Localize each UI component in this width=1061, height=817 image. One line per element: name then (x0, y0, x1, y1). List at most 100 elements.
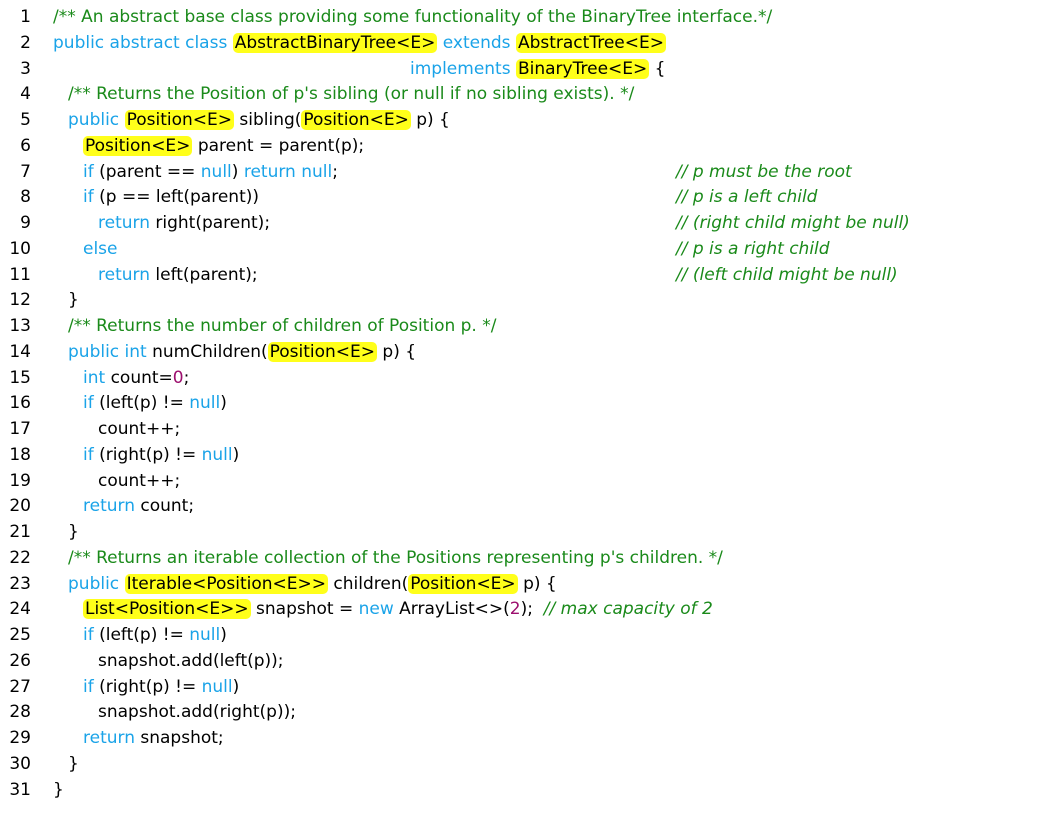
keyword: if (83, 444, 94, 465)
code-text: if (p == left(parent)) (83, 185, 259, 211)
keyword: null (201, 676, 233, 697)
code-text: Position<E> parent = parent(p); (83, 134, 364, 160)
code-token: numChildren( (146, 341, 268, 362)
line-number: 4 (20, 84, 31, 105)
line-number: 24 (9, 599, 31, 620)
code-token: 0 (172, 367, 184, 388)
code-token: count++; (98, 470, 181, 491)
code-line: 29 return snapshot; (0, 726, 1061, 752)
line-number: 25 (9, 625, 31, 645)
keyword: else (83, 238, 118, 259)
code-token: } (68, 753, 79, 774)
code-text: } (68, 520, 79, 546)
line-number: 17 (9, 419, 31, 439)
keyword: return (98, 213, 150, 233)
inline-comment: // (left child might be null) (676, 264, 898, 285)
code-text: } (68, 288, 79, 314)
code-line: 15 int count=0; (0, 366, 1061, 392)
highlighted-type: List<Position<E>> (83, 599, 251, 620)
code-text: return right(parent); (98, 211, 270, 237)
code-line: 6 Position<E> parent = parent(p); (0, 134, 1061, 160)
comment: /** Returns the Position of p's sibling … (68, 84, 635, 105)
line-number: 3 (20, 58, 31, 79)
code-token: p) { (410, 110, 450, 130)
inline-comment: // p must be the root (676, 161, 852, 182)
highlighted-type: Position<E> (408, 573, 518, 594)
line-number: 15 (9, 367, 31, 388)
keyword: null (200, 161, 232, 182)
keyword: null (189, 393, 221, 414)
code-token: } (68, 522, 79, 542)
code-token: ) (220, 393, 227, 414)
line-number: 11 (9, 264, 31, 285)
highlighted-type: Position<E> (124, 110, 234, 130)
code-token: snapshot.add(left(p)); (98, 650, 284, 671)
code-line: 11 return left(parent); // (left child mig… (0, 263, 1061, 289)
highlighted-type: Iterable<Position<E>> (124, 573, 328, 594)
code-line: 9 return right(parent); // (right child mi… (0, 211, 1061, 237)
code-line: 13 /** Returns the number of children of … (0, 314, 1061, 340)
code-text: return count; (83, 494, 194, 520)
code-text: /** Returns an iterable collection of th… (68, 546, 723, 572)
code-line: 25 if (left(p) != null) (0, 623, 1061, 649)
code-line: 24 List<Position<E>> snapshot = new Array… (0, 597, 1061, 623)
line-number: 8 (20, 187, 31, 208)
line-number: 13 (9, 316, 31, 336)
code-line: 28 snapshot.add(right(p)); (0, 700, 1061, 726)
code-token: (parent == (93, 161, 201, 182)
code-text: if (right(p) != null) (83, 443, 239, 469)
code-token: p) { (517, 573, 557, 594)
code-token: } (68, 290, 79, 311)
inline-comment: // p is a right child (676, 238, 830, 259)
code-token: right(parent); (149, 213, 271, 233)
code-line: 5 public Position<E> sibling(Position<E> … (0, 108, 1061, 134)
keyword: return (83, 728, 135, 748)
code-token: ; (183, 367, 190, 388)
code-token: ); (520, 599, 544, 620)
keyword: int (83, 367, 106, 388)
code-text: if (left(p) != null) (83, 391, 227, 417)
line-number: 28 (9, 702, 31, 723)
keyword: return (98, 264, 150, 285)
code-text: public Iterable<Position<E>> children(Po… (68, 572, 557, 598)
keyword: public abstract class (53, 32, 228, 53)
line-number: 14 (9, 341, 31, 362)
code-token: snapshot = (250, 599, 359, 620)
line-number: 7 (20, 161, 31, 182)
code-line: 30} (0, 752, 1061, 778)
code-text: int count=0; (83, 366, 189, 392)
code-token: count; (134, 496, 195, 517)
code-line: 21} (0, 520, 1061, 546)
code-token: ArrayList<>( (393, 599, 510, 620)
code-line: 20 return count; (0, 494, 1061, 520)
code-line: 8 if (p == left(parent)) // p is a left ch… (0, 185, 1061, 211)
comment: // max capacity of 2 (543, 599, 713, 620)
code-token: snapshot.add(right(p)); (98, 702, 296, 723)
code-token: ) (231, 161, 244, 182)
keyword: public (68, 110, 120, 130)
code-text: public abstract class AbstractBinaryTree… (53, 31, 666, 57)
code-text: List<Position<E>> snapshot = new ArrayLi… (83, 597, 713, 623)
code-token: (right(p) != (93, 444, 202, 465)
keyword: null (201, 444, 233, 465)
code-text: } (68, 752, 79, 778)
line-number: 20 (9, 496, 31, 517)
keyword: public (68, 573, 120, 594)
code-token: ) (220, 625, 227, 645)
code-token: { (649, 58, 666, 79)
line-number: 12 (9, 290, 31, 311)
code-token: (left(p) != (93, 393, 190, 414)
line-number: 23 (9, 573, 31, 594)
line-number: 9 (20, 213, 31, 233)
code-token: snapshot; (134, 728, 224, 748)
code-text: snapshot.add(right(p)); (98, 700, 296, 726)
line-number: 26 (9, 650, 31, 671)
highlighted-type: Position<E> (267, 341, 378, 362)
code-token: (right(p) != (93, 676, 202, 697)
highlighted-type: Position<E> (301, 110, 411, 130)
keyword: return null (243, 161, 333, 182)
code-token: parent = parent(p); (192, 135, 365, 156)
code-line: 2 public abstract class AbstractBinaryTre… (0, 31, 1061, 57)
code-line: 14 public int numChildren(Position<E> p) … (0, 340, 1061, 366)
